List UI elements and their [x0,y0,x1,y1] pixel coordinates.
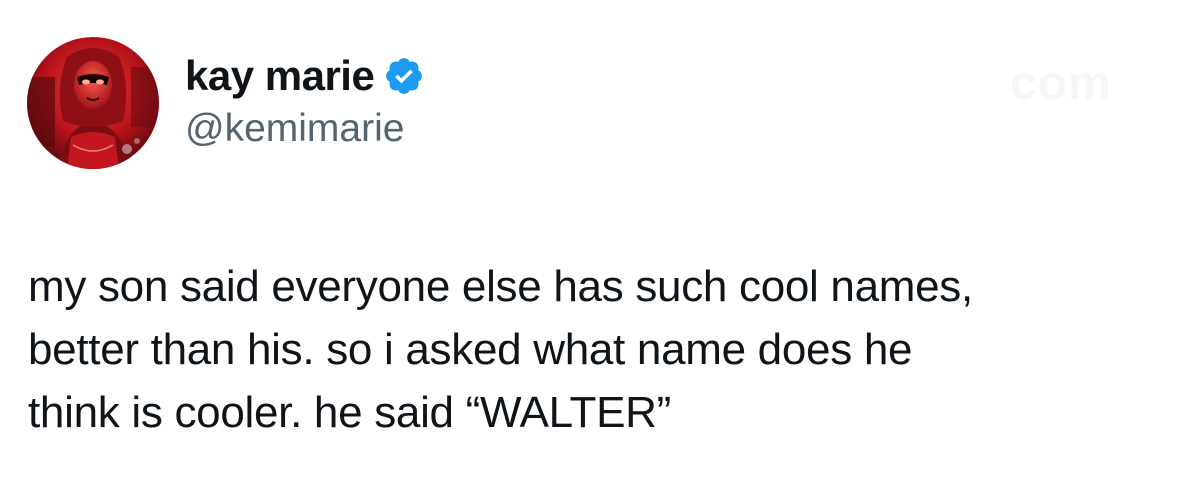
display-name[interactable]: kay marie [185,52,375,100]
verified-badge-icon [383,55,425,97]
tweet-text-line: my son said everyone else has such cool … [28,262,973,311]
user-handle[interactable]: @kemimarie [185,106,404,152]
tweet-text-line: think is cooler. he said “WALTER” [28,388,671,437]
tweet-text-line: better than his. so i asked what name do… [28,325,913,374]
watermark-logo: com [1010,57,1112,110]
tweet-text: my son said everyone else has such cool … [28,255,1158,444]
tweet-card: kay marie @kemimarie com my son said eve… [0,0,1179,503]
avatar[interactable] [27,37,159,169]
profile-photo [27,37,159,169]
author-name-row: kay marie [185,52,425,100]
